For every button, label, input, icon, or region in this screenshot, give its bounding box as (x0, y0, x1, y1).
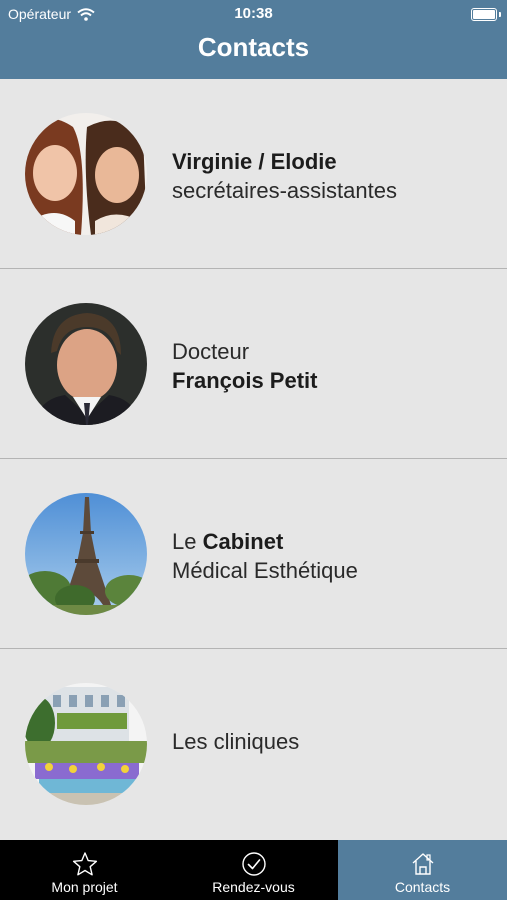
contact-name: Cabinet (202, 529, 284, 554)
tab-label: Contacts (394, 879, 451, 895)
contact-text: Le Cabinet Médical Esthétique (172, 527, 358, 585)
contact-name: François Petit (172, 368, 318, 393)
star-icon (72, 852, 98, 876)
contacts-list: Virginie / Elodie secrétaires-assistante… (0, 79, 507, 835)
two-women-photo (25, 113, 147, 235)
page-title: Contacts (197, 32, 310, 62)
tab-contacts[interactable]: Contacts (338, 840, 507, 900)
contact-name: Les cliniques (172, 729, 300, 754)
contact-prefix: Le (172, 529, 203, 554)
tab-rendez-vous[interactable]: Rendez-vous (169, 840, 338, 900)
eiffel-tower-photo (25, 493, 147, 615)
contact-name: Virginie / Elodie (172, 149, 337, 174)
contact-role: secrétaires-assistantes (172, 178, 397, 203)
battery-icon (471, 8, 497, 21)
status-time: 10:38 (234, 5, 273, 22)
status-bar: Opérateur 10:38 (0, 0, 507, 28)
contact-row-doctor[interactable]: Docteur François Petit (0, 269, 507, 459)
clinic-garden-photo (25, 683, 147, 805)
contact-text: Les cliniques (172, 727, 299, 756)
contact-row-clinics[interactable]: Les cliniques (0, 649, 507, 835)
home-icon (412, 853, 434, 875)
navigation-header: Opérateur 10:38 Contacts (0, 0, 507, 79)
contact-title: Docteur (172, 339, 250, 364)
contact-text: Docteur François Petit (172, 337, 317, 395)
tab-label: Rendez-vous (212, 879, 295, 895)
contact-subtitle: Médical Esthétique (172, 558, 358, 583)
check-circle-icon (242, 852, 266, 876)
contact-row-cabinet[interactable]: Le Cabinet Médical Esthétique (0, 459, 507, 649)
contact-text: Virginie / Elodie secrétaires-assistante… (172, 147, 397, 205)
tab-bar: Mon projet Rendez-vous Contacts (0, 840, 507, 900)
doctor-portrait-photo (25, 303, 147, 425)
battery-tip (499, 12, 501, 17)
tab-label: Mon projet (51, 879, 118, 895)
contact-row-secretaries[interactable]: Virginie / Elodie secrétaires-assistante… (0, 79, 507, 269)
tab-mon-projet[interactable]: Mon projet (0, 840, 169, 900)
